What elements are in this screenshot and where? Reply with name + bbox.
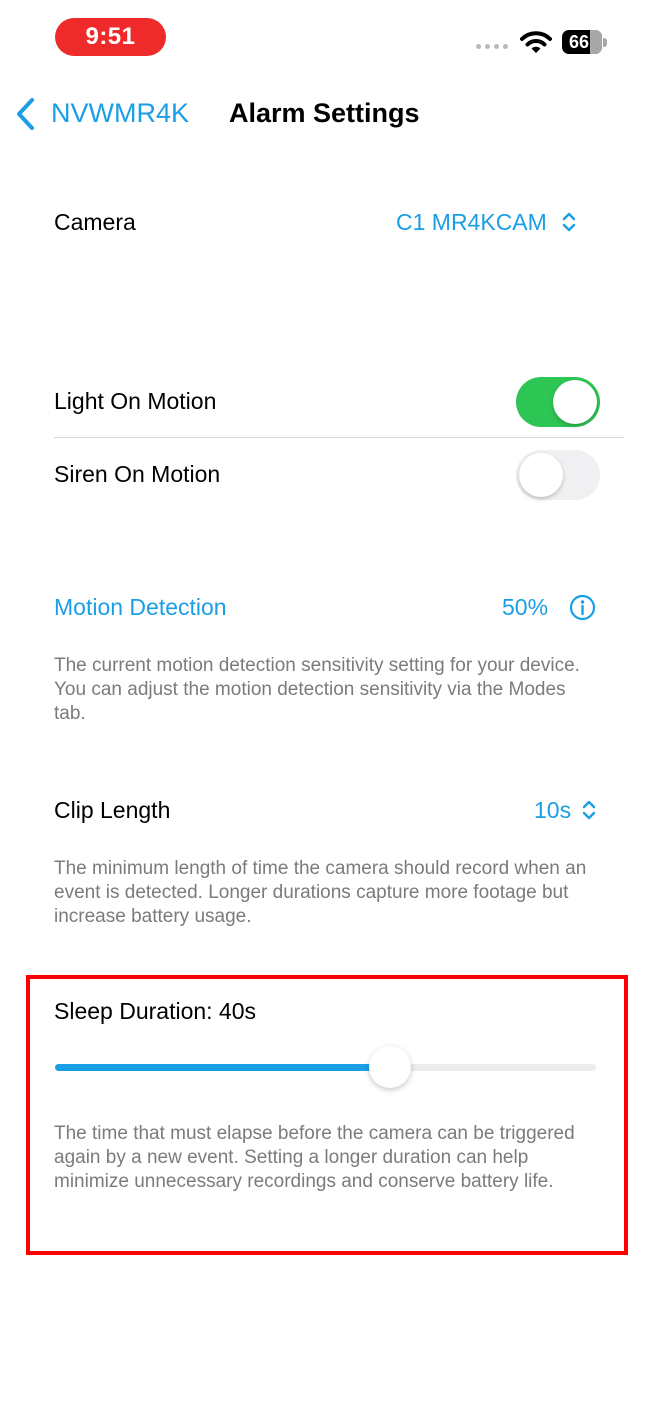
page-title: Alarm Settings [229,98,420,128]
camera-select[interactable]: C1 MR4KCAM [396,209,547,236]
battery-level: 66 [568,31,590,52]
clip-length-description: The minimum length of time the camera sh… [54,858,587,927]
battery-icon: 66 [562,30,602,54]
light-on-motion-toggle[interactable] [516,377,600,427]
light-on-motion-label: Light On Motion [54,388,217,414]
camera-label: Camera [54,209,136,235]
clip-length-label: Clip Length [54,797,171,823]
chevron-up-down-icon[interactable] [561,210,577,234]
siren-on-motion-toggle[interactable] [516,450,600,500]
back-button[interactable]: NVWMR4K [51,98,189,129]
info-icon[interactable] [569,594,596,621]
chevron-left-icon[interactable] [14,96,38,132]
chevron-up-down-icon[interactable] [581,798,597,822]
wifi-icon [520,31,552,53]
sleep-duration-description: The time that must elapse before the cam… [54,1123,575,1192]
motion-detection-link[interactable]: Motion Detection [54,594,227,621]
cellular-signal-icon [476,44,508,49]
motion-detection-value: 50% [502,594,549,620]
slider-fill [55,1064,391,1071]
siren-on-motion-label: Siren On Motion [54,461,221,487]
clip-length-select[interactable]: 10s [534,797,571,824]
sleep-duration-label: Sleep Duration: 40s [54,998,257,1024]
status-time: 9:51 [55,18,166,56]
divider [54,437,624,438]
battery-cap [603,38,607,47]
motion-detection-description: The current motion detection sensitivity… [54,655,580,724]
